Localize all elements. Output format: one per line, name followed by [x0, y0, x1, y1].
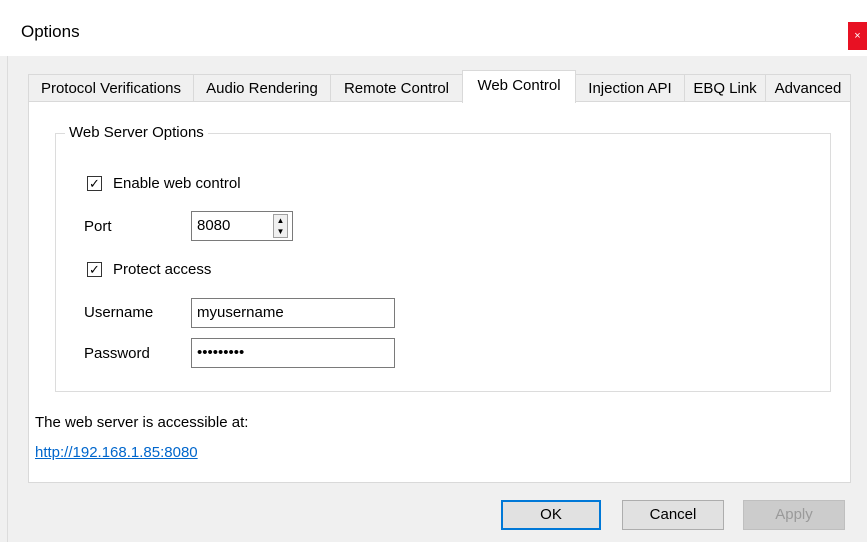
port-spinner[interactable]: ▲ ▼	[273, 214, 288, 238]
username-label: Username	[84, 304, 154, 321]
tab-remote-control[interactable]: Remote Control	[330, 74, 463, 102]
protect-access-checkbox[interactable]: ✓	[87, 262, 102, 277]
apply-button[interactable]: Apply	[743, 500, 845, 530]
protect-access-label: Protect access	[113, 261, 212, 278]
enable-web-control-checkbox[interactable]: ✓	[87, 176, 102, 191]
options-dialog: Options × Protocol Verifications Audio R…	[0, 0, 867, 542]
tab-injection-api[interactable]: Injection API	[575, 74, 685, 102]
web-control-panel: Web Server Options ✓ Enable web control …	[28, 101, 851, 483]
tab-ebq-link[interactable]: EBQ Link	[684, 74, 766, 102]
port-label: Port	[84, 218, 112, 235]
title-bar: Options ×	[0, 0, 867, 56]
tab-audio-rendering[interactable]: Audio Rendering	[193, 74, 331, 102]
spin-up-icon[interactable]: ▲	[274, 215, 287, 226]
enable-web-control-label: Enable web control	[113, 175, 241, 192]
window-left-border	[7, 56, 8, 542]
password-label: Password	[84, 345, 150, 362]
cancel-button[interactable]: Cancel	[622, 500, 724, 530]
server-url-link[interactable]: http://192.168.1.85:8080	[35, 444, 198, 461]
username-input[interactable]: myusername	[191, 298, 395, 328]
tab-protocol-verifications[interactable]: Protocol Verifications	[28, 74, 194, 102]
web-server-options-group: Web Server Options ✓ Enable web control …	[55, 124, 831, 392]
password-input[interactable]: •••••••••	[191, 338, 395, 368]
tab-advanced[interactable]: Advanced	[765, 74, 851, 102]
ok-button[interactable]: OK	[501, 500, 601, 530]
window-title: Options	[21, 22, 80, 41]
access-info-text: The web server is accessible at:	[35, 414, 249, 431]
spin-down-icon[interactable]: ▼	[274, 226, 287, 237]
tab-web-control[interactable]: Web Control	[462, 70, 576, 103]
close-icon[interactable]: ×	[848, 22, 867, 50]
group-title: Web Server Options	[65, 124, 208, 141]
